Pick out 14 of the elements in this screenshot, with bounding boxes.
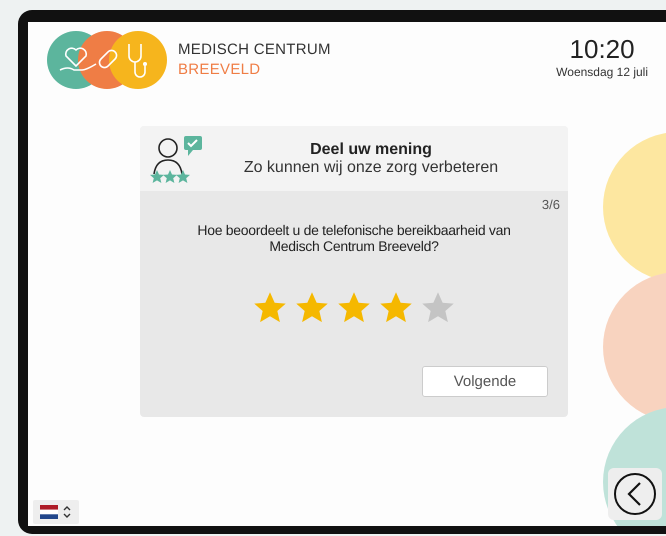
- dutch-flag-icon: [40, 505, 58, 519]
- brand-name: MEDISCH CENTRUM: [178, 40, 331, 60]
- person-review-icon: [150, 134, 204, 184]
- brand-name: BREEVELD: [178, 60, 262, 80]
- up-down-chevron-icon: [62, 505, 72, 519]
- question-text: Hoe beoordeelt u de telefonische bereikbaarheid van Medisch Centrum Breeveld?: [196, 222, 512, 254]
- question-counter: 3/6: [542, 197, 560, 212]
- language-selector[interactable]: [33, 500, 79, 524]
- next-button[interactable]: Volgende: [422, 366, 548, 397]
- clock-time: 10:20: [570, 34, 635, 65]
- survey-subtitle: Zo kunnen wij onze zorg verbeteren: [244, 158, 498, 176]
- survey-title: Deel uw mening: [310, 140, 432, 158]
- back-button[interactable]: [608, 468, 662, 520]
- date-label: Woensdag 12 juli: [556, 65, 648, 79]
